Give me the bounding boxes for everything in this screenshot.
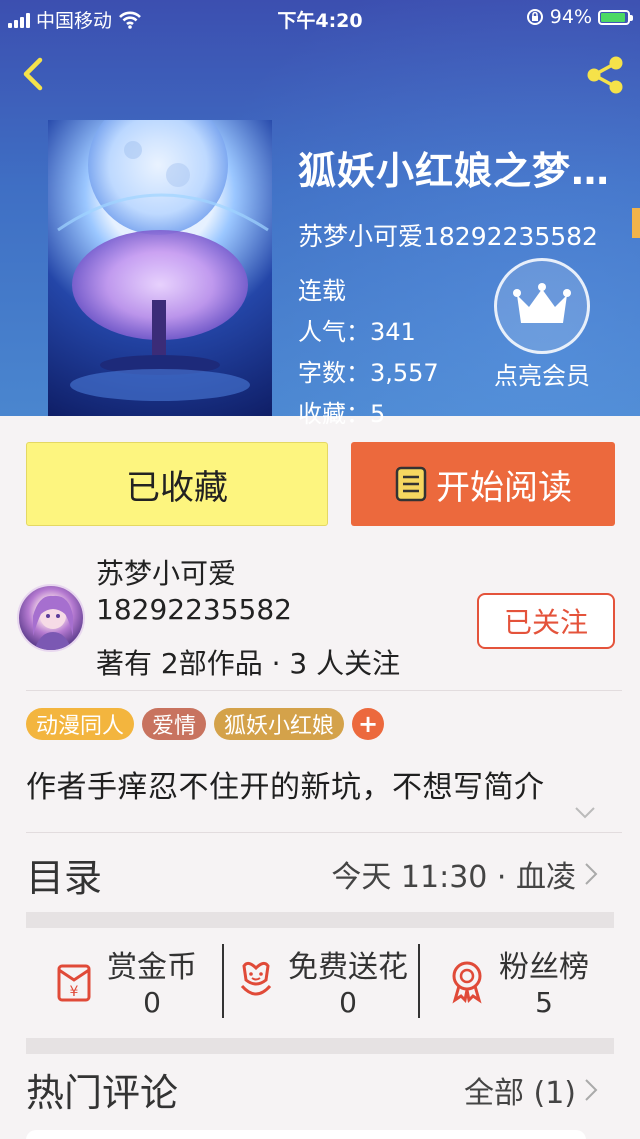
red-envelope-icon: ¥ bbox=[57, 964, 91, 1002]
add-tag-button[interactable]: + bbox=[352, 708, 385, 740]
battery-percent: 94% bbox=[549, 6, 592, 28]
author-name[interactable]: 苏梦小可爱 18292235582 bbox=[96, 556, 466, 628]
tag-anime[interactable]: 动漫同人 bbox=[26, 708, 135, 740]
stat-reward-value: 0 bbox=[143, 985, 161, 1019]
stat-fans-value: 5 bbox=[535, 985, 553, 1019]
section-separator bbox=[26, 1038, 614, 1054]
book-favorites: 收藏：5 bbox=[298, 400, 386, 428]
stat-reward-label: 赏金币 bbox=[107, 949, 197, 985]
book-title: 狐妖小红娘之梦… bbox=[298, 149, 611, 193]
orientation-lock-icon bbox=[526, 9, 543, 25]
share-icon[interactable] bbox=[582, 54, 628, 96]
catalog-title: 目录 bbox=[26, 855, 103, 900]
medal-icon bbox=[452, 961, 482, 1004]
hot-comments-header[interactable]: 热门评论 全部 (1) bbox=[26, 1062, 598, 1117]
book-intro: 作者手痒忍不住开的新坑，不想写简介 bbox=[26, 770, 545, 805]
tag-list: 动漫同人 爱情 狐妖小红娘 + bbox=[26, 708, 385, 740]
member-button[interactable]: 点亮会员 bbox=[486, 258, 598, 391]
divider bbox=[26, 832, 622, 833]
stat-reward[interactable]: ¥ 赏金币 0 bbox=[26, 930, 222, 1030]
chevron-right-icon bbox=[585, 863, 598, 885]
section-separator bbox=[26, 912, 614, 928]
hot-comments-title: 热门评论 bbox=[26, 1071, 179, 1115]
avatar-image bbox=[33, 595, 73, 650]
favorited-label: 已收藏 bbox=[126, 467, 228, 508]
stat-flowers-label: 免费送花 bbox=[288, 949, 408, 985]
flower-icon bbox=[240, 961, 272, 996]
catalog-latest: 今天 11:30 · 血凌 bbox=[331, 860, 576, 895]
follow-label: 已关注 bbox=[503, 606, 588, 639]
all-comments-link[interactable]: 全部 (1) bbox=[464, 1068, 576, 1112]
status-bar: 中国移动 下午4:20 94% bbox=[0, 0, 640, 36]
crown-icon bbox=[513, 283, 571, 323]
stat-flowers-value: 0 bbox=[339, 985, 357, 1019]
chevron-down-icon[interactable] bbox=[574, 806, 596, 820]
member-label: 点亮会员 bbox=[494, 362, 590, 390]
comment-card[interactable] bbox=[26, 1130, 586, 1139]
chevron-right-icon bbox=[585, 1078, 598, 1101]
divider bbox=[26, 690, 622, 691]
start-reading-label: 开始阅读 bbox=[436, 467, 572, 508]
follow-button[interactable]: 已关注 bbox=[477, 593, 615, 649]
start-reading-button[interactable]: 开始阅读 bbox=[351, 442, 615, 526]
stats-row: ¥ 赏金币 0 免费送花 0 粉丝榜 5 bbox=[26, 930, 614, 1030]
book-author[interactable]: 苏梦小可爱18292235582 bbox=[298, 217, 640, 253]
tag-fox-spirit[interactable]: 狐妖小红娘 bbox=[214, 708, 345, 740]
cover-art bbox=[57, 120, 269, 401]
chevron-left-icon[interactable] bbox=[14, 54, 54, 94]
author-stats: 著有 2部作品 · 3 人关注 bbox=[96, 647, 401, 680]
favorited-button[interactable]: 已收藏 bbox=[26, 442, 328, 526]
author-name-line2: 18292235582 bbox=[96, 593, 292, 626]
stat-fans[interactable]: 粉丝榜 5 bbox=[418, 930, 614, 1030]
book-cover[interactable] bbox=[48, 120, 272, 416]
stat-flowers[interactable]: 免费送花 0 bbox=[222, 930, 418, 1030]
book-icon bbox=[395, 466, 427, 502]
battery-charging-icon bbox=[598, 9, 633, 25]
stat-fans-label: 粉丝榜 bbox=[499, 949, 589, 985]
tag-romance[interactable]: 爱情 bbox=[142, 708, 207, 740]
svg-text:¥: ¥ bbox=[70, 984, 79, 1000]
author-name-line1: 苏梦小可爱 bbox=[96, 557, 237, 590]
author-accent-bar bbox=[632, 208, 640, 238]
avatar[interactable] bbox=[17, 584, 85, 652]
catalog-row[interactable]: 目录 今天 11:30 · 血凌 bbox=[26, 842, 598, 906]
